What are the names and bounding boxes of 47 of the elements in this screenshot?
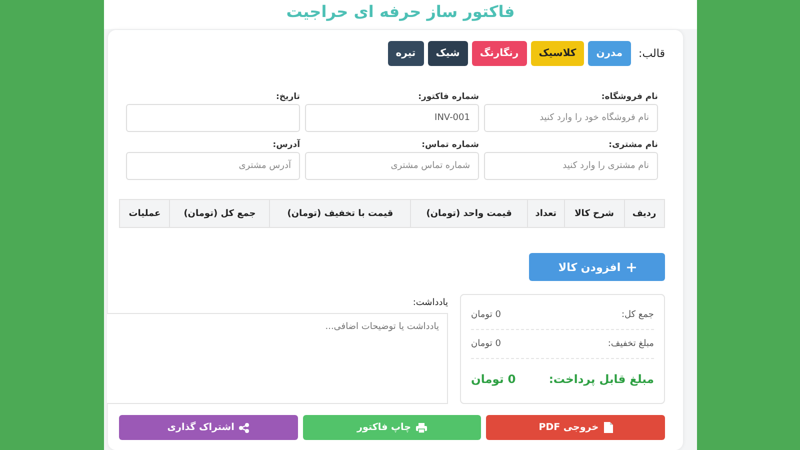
field-label: آدرس: (272, 138, 300, 152)
summary-value: 0 تومان (471, 339, 501, 349)
note-field[interactable]: یادداشت یا توضیحات اضافی... (107, 313, 448, 404)
input-field[interactable]: آدرس مشتری (126, 152, 300, 180)
template-button[interactable]: مدرن (588, 40, 631, 66)
placeholder-text: آدرس مشتری (238, 161, 291, 171)
field-label: نام فروشگاه: (600, 90, 658, 104)
input-field[interactable]: INV-001 (305, 104, 479, 132)
summary-label: مبلغ تخفیف: (608, 339, 654, 349)
summary-label: مبلغ قابل پرداخت: (548, 372, 654, 386)
pdf-button[interactable]: خروجی PDF (486, 415, 665, 440)
template-label: قالب: (638, 46, 665, 60)
plus-icon (626, 262, 636, 272)
field-label: نام مشتری: (608, 139, 658, 152)
input-field[interactable]: شماره تماس مشتری (305, 152, 479, 180)
column-header: شرح کالا (564, 200, 624, 228)
template-button[interactable]: تیره (388, 40, 424, 66)
column-header: جمع کل (تومان) (170, 200, 270, 228)
column-header: تعداد (527, 200, 565, 228)
field-label: تاریخ: (275, 91, 300, 104)
summary-value: 0 تومان (471, 372, 516, 386)
share-button[interactable]: اشتراک گذاری (118, 415, 298, 440)
page-title: فاکتور ساز حرفه ای حراجیت (285, 1, 516, 23)
column-header: ردیف (624, 200, 664, 228)
pdf-file-icon (604, 422, 613, 433)
summary-label: جمع کل: (621, 310, 654, 320)
field-value: INV-001 (434, 113, 470, 123)
template-button[interactable]: شیک (428, 40, 468, 66)
print-button[interactable]: چاپ فاکتور (302, 415, 482, 440)
input-field[interactable]: نام فروشگاه خود را وارد کنید (484, 104, 658, 132)
column-header: قیمت با تخفیف (تومان) (270, 200, 411, 228)
template-button[interactable]: کلاسیک (530, 40, 584, 66)
note-label: یادداشت: (412, 297, 448, 310)
share-icon (239, 422, 250, 432)
field-label: شماره تماس: (420, 139, 479, 152)
column-header: قیمت واحد (تومان) (410, 200, 528, 228)
template-button[interactable]: رنگارنگ (472, 40, 527, 66)
input-field[interactable]: نام مشتری را وارد کنید (484, 152, 658, 180)
placeholder-text: نام مشتری را وارد کنید (562, 161, 649, 171)
placeholder-text: شماره تماس مشتری (390, 161, 470, 171)
column-header: عملیات (120, 200, 170, 228)
input-field[interactable] (126, 104, 300, 132)
field-label: شماره فاکتور: (417, 91, 479, 104)
add-item-button[interactable]: افزودن کالا (529, 253, 665, 281)
printer-icon (416, 422, 427, 432)
summary-value: 0 تومان (471, 310, 501, 320)
placeholder-text: نام فروشگاه خود را وارد کنید (540, 113, 649, 123)
